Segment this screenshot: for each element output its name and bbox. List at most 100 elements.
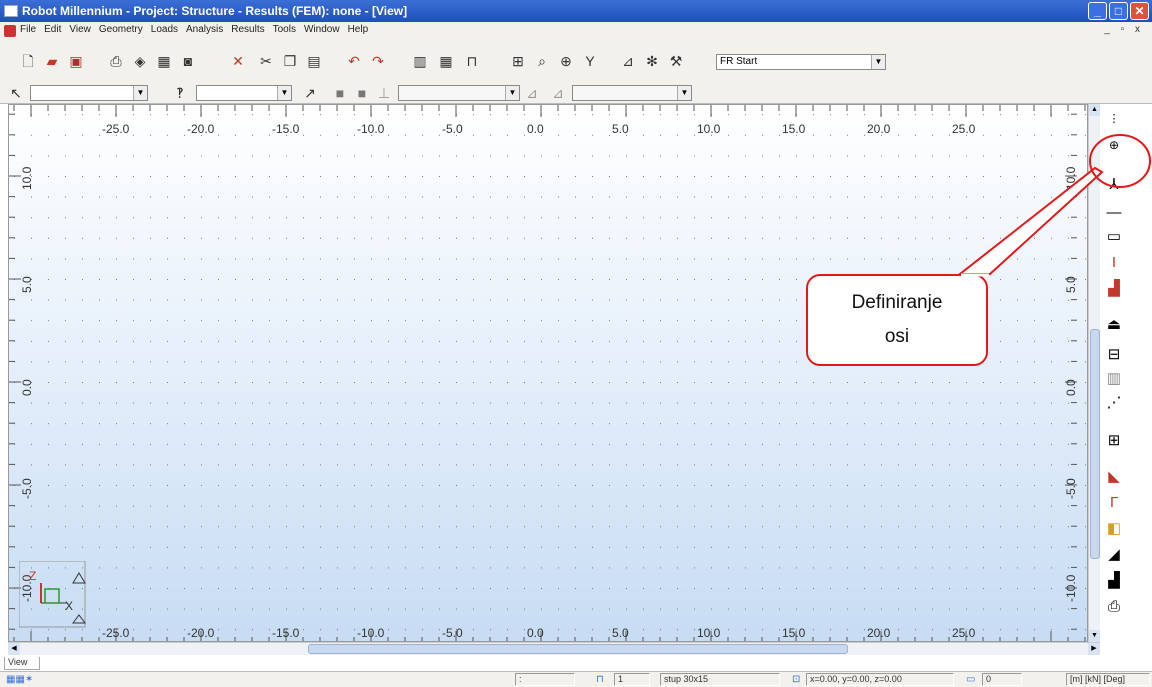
print-icon[interactable]: ⎙: [106, 51, 126, 71]
table-icon[interactable]: ▥: [410, 51, 430, 71]
open-icon[interactable]: ▰: [42, 51, 62, 71]
axis-x-label: X: [65, 599, 74, 613]
menu-loads[interactable]: Loads: [151, 24, 178, 35]
x-tick-label-bottom: 20.0: [867, 626, 891, 640]
supports-icon[interactable]: ⏏: [1103, 314, 1125, 336]
bars-icon[interactable]: —: [1103, 202, 1125, 224]
load-case-icon[interactable]: ‽: [170, 83, 190, 103]
solid-icon[interactable]: ◧: [1103, 518, 1125, 540]
load-icon[interactable]: ◢: [1103, 544, 1125, 566]
window-title: Robot Millennium - Project: Structure - …: [22, 4, 408, 18]
x-tick-label-bottom: -20.0: [187, 626, 215, 640]
calc-icon[interactable]: ⊞: [508, 51, 528, 71]
vertical-scrollbar[interactable]: ▲ ▼: [1088, 104, 1100, 642]
pointer-icon[interactable]: ↗: [300, 83, 320, 103]
printer-icon[interactable]: ⎙: [1103, 596, 1125, 618]
copy-icon[interactable]: ❐: [280, 51, 300, 71]
layer-icon[interactable]: ⊓: [596, 674, 604, 685]
menu-geometry[interactable]: Geometry: [99, 24, 143, 35]
menu-window[interactable]: Window: [304, 24, 340, 35]
x-tick-label-top: -20.0: [187, 122, 215, 136]
x-tick-label-top: -10.0: [357, 122, 385, 136]
shapes-icon[interactable]: Г: [1103, 492, 1125, 514]
menu-view[interactable]: View: [69, 24, 91, 35]
nodes-icon[interactable]: ⅄: [1103, 174, 1125, 196]
scroll-up-icon[interactable]: ▲: [1089, 104, 1100, 116]
selection-combo-2[interactable]: ▼: [196, 85, 292, 101]
minimize-button[interactable]: _: [1088, 2, 1107, 20]
gray-square-icon[interactable]: ■: [330, 83, 350, 103]
chevron-down-icon[interactable]: ▼: [277, 86, 291, 100]
layout-select[interactable]: FR Start ▼: [716, 54, 886, 70]
status-icons[interactable]: ▦▦✶: [6, 674, 33, 685]
selection-combo-4[interactable]: ▼: [572, 85, 692, 101]
close-button[interactable]: ✕: [1130, 2, 1149, 20]
scroll-left-icon[interactable]: ◀: [8, 643, 20, 655]
preview-icon[interactable]: ◈: [130, 51, 150, 71]
menu-help[interactable]: Help: [348, 24, 369, 35]
app-icon: [4, 5, 18, 17]
menu-tools[interactable]: Tools: [273, 24, 296, 35]
horizontal-scroll-thumb[interactable]: [308, 644, 848, 654]
brackets-icon[interactable]: ◣: [1103, 466, 1125, 488]
wrench-icon[interactable]: ⚒: [666, 51, 686, 71]
cladding-icon[interactable]: ▟: [1103, 570, 1125, 592]
paste-icon[interactable]: ▤: [304, 51, 324, 71]
settings-icon[interactable]: ✻: [642, 51, 662, 71]
filter-icon[interactable]: Y: [580, 51, 600, 71]
offsets-icon[interactable]: ⋰: [1103, 392, 1125, 414]
i-beam-icon[interactable]: I: [1103, 252, 1125, 274]
chevron-down-icon[interactable]: ▼: [677, 86, 691, 100]
more-icon[interactable]: ⋮: [1103, 108, 1125, 130]
zoom-window-icon[interactable]: ⊕: [556, 51, 576, 71]
combination-icon[interactable]: ⊿: [548, 83, 568, 103]
units-indicator[interactable]: [m] [kN] [Deg]: [1066, 673, 1150, 686]
delete-icon[interactable]: ✕: [228, 51, 248, 71]
mdi-controls[interactable]: _ ▫ x: [1104, 24, 1144, 35]
maximize-button[interactable]: □: [1109, 2, 1128, 20]
materials-icon[interactable]: ▟: [1103, 278, 1125, 300]
redo-icon[interactable]: ↷: [368, 51, 388, 71]
document-icon[interactable]: [4, 25, 16, 37]
zoom-icon[interactable]: ⌕: [532, 51, 552, 71]
status-bar: ▦▦✶ : ⊓ 1 stup 30x15 ⊡ x=0.00, y=0.00, z…: [0, 671, 1152, 687]
lock-icon[interactable]: ⊓: [462, 51, 482, 71]
structure-icon[interactable]: ▦: [436, 51, 456, 71]
counter-icon[interactable]: ▭: [966, 674, 975, 685]
section-icon[interactable]: ▭: [1103, 226, 1125, 248]
selection-toolbar: ↖ ▼ ‽ ▼ ↗ ■ ■ ⊥ ▼ ⊿ ⊿ ▼: [0, 82, 1152, 104]
menu-results[interactable]: Results: [231, 24, 264, 35]
screen-capture-icon[interactable]: ▦: [154, 51, 174, 71]
scroll-down-icon[interactable]: ▼: [1089, 630, 1100, 642]
menu-edit[interactable]: Edit: [44, 24, 61, 35]
panels-icon[interactable]: ▥: [1103, 368, 1125, 390]
camera-icon[interactable]: ◙: [178, 51, 198, 71]
menu-file[interactable]: File: [20, 24, 36, 35]
scroll-right-icon[interactable]: ▶: [1088, 643, 1100, 655]
save-icon[interactable]: ▣: [66, 51, 86, 71]
view-tab[interactable]: View: [4, 657, 40, 670]
vertical-scroll-thumb[interactable]: [1090, 329, 1100, 559]
chevron-down-icon[interactable]: ▼: [505, 86, 519, 100]
results-icon[interactable]: ⊿: [618, 51, 638, 71]
selection-combo-1[interactable]: ▼: [30, 85, 148, 101]
selection-combo-3[interactable]: ▼: [398, 85, 520, 101]
new-file-icon[interactable]: 🗋: [18, 51, 38, 71]
drawing-viewport[interactable]: -25.0 -25.0 -20.0 -20.0 -15.0 -15.0 -10.0 -10.0…: [8, 104, 1088, 642]
frame-icon[interactable]: ⊞: [1103, 430, 1125, 452]
horizontal-scrollbar[interactable]: ◀ ▶: [8, 642, 1100, 655]
axis-definition-icon[interactable]: ⊕: [1103, 134, 1125, 156]
chevron-down-icon[interactable]: ▼: [871, 55, 885, 69]
gray-square-icon-2[interactable]: ■: [352, 83, 372, 103]
structure-type-icon[interactable]: ⊿: [522, 83, 542, 103]
coordinates-icon[interactable]: ⊡: [792, 674, 800, 685]
chevron-down-icon[interactable]: ▼: [133, 86, 147, 100]
releases-icon[interactable]: ⊟: [1103, 344, 1125, 366]
frame-select-icon[interactable]: ⊥: [374, 83, 394, 103]
menu-analysis[interactable]: Analysis: [186, 24, 223, 35]
status-field-2: 1: [614, 673, 650, 686]
x-tick-label-top: -15.0: [272, 122, 300, 136]
cursor-question-icon[interactable]: ↖: [6, 83, 26, 103]
cut-icon[interactable]: ✂: [256, 51, 276, 71]
undo-icon[interactable]: ↶: [344, 51, 364, 71]
